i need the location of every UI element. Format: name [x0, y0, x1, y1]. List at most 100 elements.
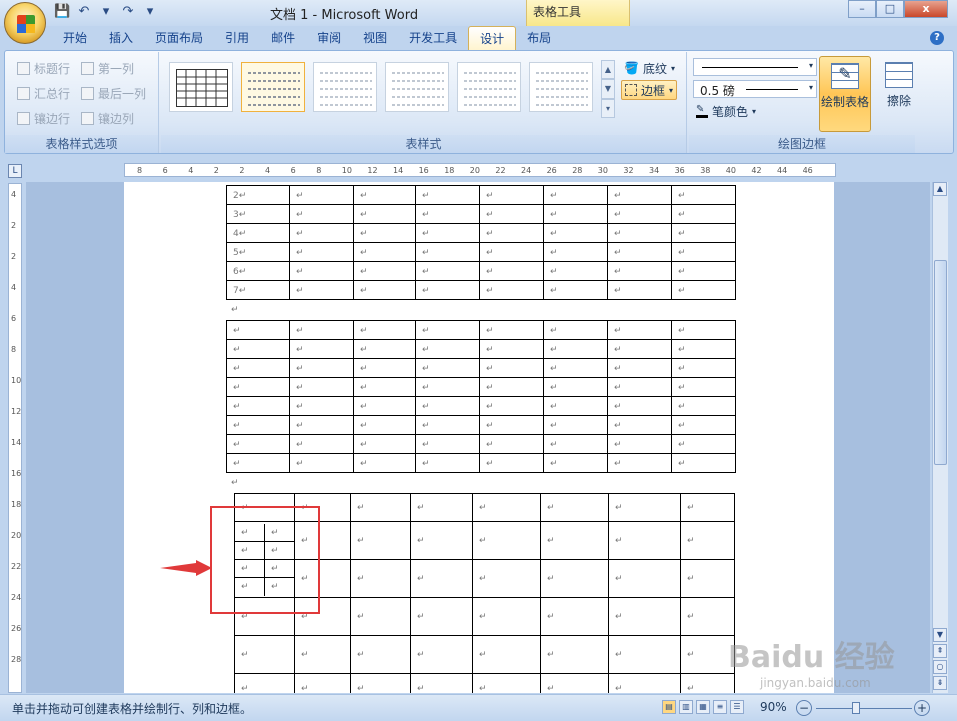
table-cell[interactable]: ↵: [415, 204, 480, 224]
table-cell[interactable]: ↵: [289, 320, 354, 340]
table-cell[interactable]: ↵: [415, 415, 480, 435]
table-cell[interactable]: ↵: [479, 339, 544, 359]
table-cell[interactable]: ↵: [671, 377, 736, 397]
table-cell[interactable]: ↵: [543, 339, 608, 359]
table-cell[interactable]: ↵: [353, 339, 416, 359]
pen-color-button[interactable]: ✎ 笔颜色 ▾: [693, 101, 759, 121]
table-cell[interactable]: ↵: [294, 635, 351, 674]
table-cell[interactable]: ↵: [680, 673, 735, 693]
undo-icon[interactable]: ↶: [76, 4, 92, 20]
table-cell[interactable]: ↵: [543, 185, 608, 205]
table-cell[interactable]: ↵: [608, 493, 681, 522]
tab-home[interactable]: 开始: [52, 26, 98, 50]
first-column-checkbox[interactable]: 第一列: [81, 60, 146, 77]
table-2[interactable]: ↵ ↵ ↵ ↵ ↵ ↵ ↵ ↵ ↵ ↵ ↵ ↵ ↵ ↵ ↵ ↵ ↵ ↵ ↵ ↵ ↵ ↵ ↵ ↵ ↵ ↵ ↵ ↵ ↵ ↵ ↵ ↵ ↵ ↵ ↵ ↵ ↵ ↵ ↵ ↵…: [226, 320, 736, 473]
table-cell[interactable]: ↵: [540, 635, 609, 674]
table-cell[interactable]: ↵: [479, 377, 544, 397]
table-cell[interactable]: ↵: [608, 597, 681, 636]
table-cell[interactable]: ↵: [608, 635, 681, 674]
table-cell[interactable]: ↵: [671, 339, 736, 359]
table-cell[interactable]: 5↵: [226, 242, 290, 262]
table-cell[interactable]: ↵: [410, 559, 473, 598]
table-cell[interactable]: ↵: [479, 396, 544, 416]
table-cell[interactable]: 7↵: [226, 280, 290, 300]
table-cell[interactable]: ↵: [415, 242, 480, 262]
table-cell[interactable]: ↵: [671, 453, 736, 473]
table-cell[interactable]: ↵: [353, 204, 416, 224]
table-cell[interactable]: ↵: [353, 358, 416, 378]
eraser-button[interactable]: 擦除: [873, 56, 925, 132]
table-cell[interactable]: ↵: [607, 377, 672, 397]
table-cell[interactable]: ↵: [415, 320, 480, 340]
page[interactable]: 2↵ ↵ ↵ ↵ ↵ ↵ ↵ ↵ 3↵ ↵ ↵ ↵ ↵ ↵ ↵ ↵ 4↵ ↵ ↵ ↵ ↵ ↵ ↵ ↵ 5↵ ↵ ↵ ↵ ↵ ↵ ↵ ↵ 6↵ ↵ ↵…: [124, 182, 834, 693]
table-1[interactable]: 2↵ ↵ ↵ ↵ ↵ ↵ ↵ ↵ 3↵ ↵ ↵ ↵ ↵ ↵ ↵ ↵ 4↵ ↵ ↵ ↵ ↵ ↵ ↵ ↵ 5↵ ↵ ↵ ↵ ↵ ↵ ↵ ↵ 6↵ ↵ ↵…: [226, 185, 736, 300]
table-cell[interactable]: ↵: [479, 242, 544, 262]
header-row-checkbox[interactable]: 标题行: [17, 60, 70, 77]
table-cell[interactable]: ↵: [350, 521, 411, 560]
zoom-slider[interactable]: [816, 708, 912, 709]
zoom-in-icon[interactable]: +: [914, 700, 930, 716]
table-cell[interactable]: ↵: [226, 339, 290, 359]
table-cell[interactable]: ↵: [289, 185, 354, 205]
gallery-down-icon[interactable]: ▼: [601, 79, 615, 99]
table-cell[interactable]: ↵: [234, 673, 295, 693]
vertical-ruler[interactable]: 4 2 2 4 6 8 10 12 14 16 18 20 22 24 26 28: [8, 183, 22, 693]
table-cell[interactable]: ↵: [543, 434, 608, 454]
table-style-plain[interactable]: [169, 62, 233, 112]
table-cell[interactable]: ↵: [607, 185, 672, 205]
table-cell[interactable]: ↵: [226, 453, 290, 473]
table-cell[interactable]: ↵: [289, 396, 354, 416]
table-cell[interactable]: ↵: [415, 377, 480, 397]
table-cell[interactable]: ↵: [671, 185, 736, 205]
full-screen-reading-icon[interactable]: ▥: [679, 700, 693, 714]
table-cell[interactable]: ↵: [415, 358, 480, 378]
scroll-down-icon[interactable]: ▼: [933, 628, 947, 642]
table-cell[interactable]: ↵: [540, 493, 609, 522]
table-cell[interactable]: ↵: [410, 673, 473, 693]
prev-page-icon[interactable]: ⇞: [933, 644, 947, 658]
table-cell[interactable]: ↵: [479, 320, 544, 340]
table-cell[interactable]: ↵: [350, 635, 411, 674]
table-cell[interactable]: 6↵: [226, 261, 290, 281]
table-cell[interactable]: ↵: [540, 559, 609, 598]
outline-icon[interactable]: ≡: [713, 700, 727, 714]
table-cell[interactable]: ↵: [226, 377, 290, 397]
draft-icon[interactable]: ☰: [730, 700, 744, 714]
table-cell[interactable]: ↵: [289, 242, 354, 262]
table-cell[interactable]: ↵: [226, 358, 290, 378]
tab-layout[interactable]: 布局: [516, 26, 562, 50]
table-cell[interactable]: ↵: [543, 204, 608, 224]
next-page-icon[interactable]: ⇟: [933, 676, 947, 690]
table-cell[interactable]: ↵: [680, 597, 735, 636]
maximize-button[interactable]: □: [876, 0, 904, 18]
shading-button[interactable]: 🪣 底纹 ▾: [621, 58, 678, 78]
table-cell[interactable]: ↵: [353, 453, 416, 473]
scroll-up-icon[interactable]: ▲: [933, 182, 947, 196]
table-cell[interactable]: ↵: [415, 280, 480, 300]
table-cell[interactable]: ↵: [410, 521, 473, 560]
table-cell[interactable]: ↵: [680, 521, 735, 560]
borders-button[interactable]: 边框 ▾: [621, 80, 678, 100]
table-cell[interactable]: ↵: [479, 415, 544, 435]
table-cell[interactable]: ↵: [226, 396, 290, 416]
table-cell[interactable]: ↵: [472, 673, 541, 693]
browse-object-icon[interactable]: ○: [933, 660, 947, 674]
table-cell[interactable]: ↵: [479, 434, 544, 454]
table-cell[interactable]: ↵: [607, 320, 672, 340]
table-cell[interactable]: ↵: [540, 521, 609, 560]
table-cell[interactable]: ↵: [607, 204, 672, 224]
table-cell[interactable]: ↵: [479, 204, 544, 224]
table-cell[interactable]: ↵: [671, 280, 736, 300]
scroll-thumb[interactable]: [934, 260, 947, 465]
table-cell[interactable]: ↵: [543, 453, 608, 473]
table-cell[interactable]: ↵: [472, 597, 541, 636]
table-cell[interactable]: ↵: [289, 339, 354, 359]
table-cell[interactable]: ↵: [671, 223, 736, 243]
table-cell[interactable]: ↵: [543, 415, 608, 435]
close-button[interactable]: x: [904, 0, 948, 18]
table-cell[interactable]: ↵: [543, 320, 608, 340]
table-cell[interactable]: ↵: [671, 415, 736, 435]
table-cell[interactable]: ↵: [415, 453, 480, 473]
table-cell[interactable]: ↵: [607, 223, 672, 243]
table-cell[interactable]: ↵: [607, 434, 672, 454]
